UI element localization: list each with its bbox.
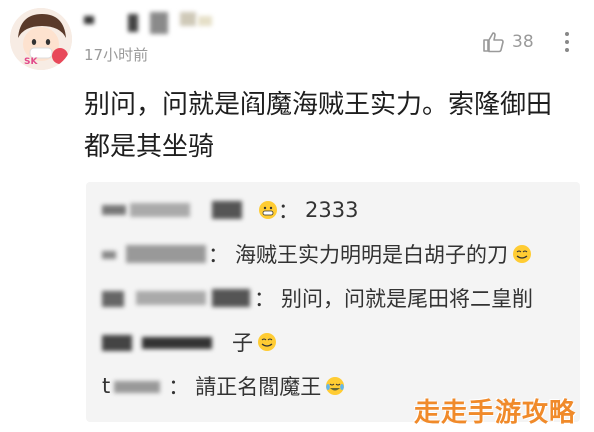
- reply-username-blurred[interactable]: [102, 285, 252, 311]
- comment-timestamp: 17小时前: [84, 46, 149, 64]
- like-button[interactable]: 38: [482, 28, 534, 56]
- reply-username-visible: 子: [232, 331, 253, 355]
- reply-text: 海贼王实力明明是白胡子的刀: [235, 243, 508, 267]
- reply-text: 2333: [305, 198, 359, 222]
- replies-panel: ： 2333 ： 海贼王实力明明是白胡子的刀 ： 别问，问就是尾田将二皇削 子: [86, 182, 580, 422]
- comment-text: 别问，问就是阎魔海贼王实力。索隆御田都是其坐骑: [84, 90, 553, 162]
- avatar[interactable]: SK: [10, 8, 72, 70]
- reply-username-blurred[interactable]: [102, 329, 230, 355]
- reply-item[interactable]: ： 海贼王实力明明是白胡子的刀: [102, 238, 532, 270]
- smiling-face-icon: [258, 333, 276, 351]
- reply-text: 别问，问就是尾田将二皇削: [281, 287, 533, 311]
- watermark-text: 走走手游攻略: [414, 398, 577, 428]
- reply-username-blurred[interactable]: [102, 241, 206, 267]
- thumbs-up-icon: [483, 32, 504, 53]
- avatar-image: SK: [10, 8, 72, 70]
- reply-username-blurred[interactable]: [110, 373, 166, 399]
- more-options-icon[interactable]: [557, 28, 577, 56]
- tears-of-joy-icon: [326, 377, 345, 395]
- reply-item[interactable]: t ： 請正名閻魔王: [102, 370, 345, 402]
- reply-item[interactable]: 子: [102, 326, 277, 358]
- grinning-face-icon: [259, 201, 277, 219]
- reply-text: 請正名閻魔王: [195, 375, 322, 399]
- smiling-face-icon: [513, 245, 531, 263]
- like-count: 38: [512, 32, 534, 52]
- reply-username-visible: t: [102, 374, 111, 398]
- reply-item[interactable]: ： 别问，问就是尾田将二皇削: [102, 282, 533, 314]
- svg-text:SK: SK: [24, 57, 38, 67]
- username-blurred[interactable]: [84, 10, 214, 36]
- reply-username-blurred[interactable]: [102, 197, 252, 223]
- reply-item[interactable]: ： 2333: [102, 194, 358, 226]
